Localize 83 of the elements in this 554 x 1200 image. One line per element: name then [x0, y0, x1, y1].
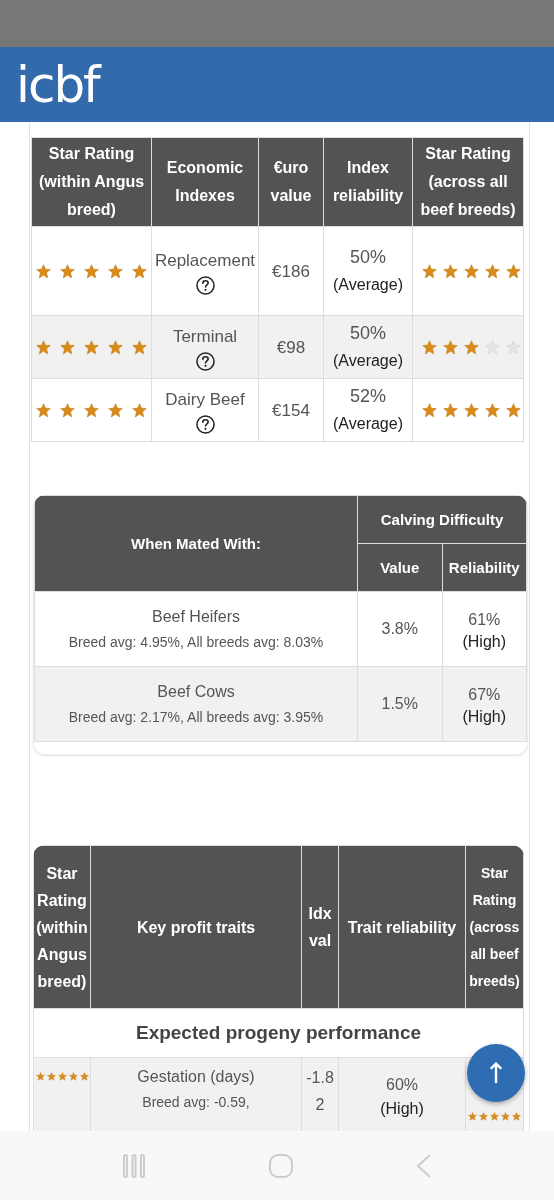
star-icon [36, 402, 51, 418]
help-icon[interactable] [195, 352, 215, 371]
reliability-label: (High) [461, 708, 508, 726]
reliability-label: (High) [379, 1099, 425, 1119]
column-header: Idx val [301, 845, 339, 1009]
column-header: Star Rating (across all beef breeds) [465, 845, 524, 1009]
star-icon [60, 339, 75, 355]
star-icon [421, 402, 437, 418]
star-icon [46, 1072, 56, 1081]
star-icon [36, 263, 51, 279]
star-icon [35, 1072, 45, 1081]
reliability-label: (Average) [332, 414, 404, 434]
star-icon [108, 339, 123, 355]
star-icon [421, 263, 437, 279]
index-name: Terminal [171, 326, 239, 348]
star-icon [484, 263, 500, 279]
star-icon [84, 402, 99, 418]
star-icon [79, 1072, 89, 1081]
star-icon [132, 263, 147, 279]
star-icon [84, 263, 99, 279]
reliability-label: (Average) [332, 351, 404, 371]
reliability-value: 67% [467, 685, 502, 705]
column-header: Value [357, 543, 442, 592]
star-icon [468, 1112, 477, 1121]
star-icon [68, 1072, 78, 1081]
star-icon [421, 339, 437, 355]
star-icon [108, 402, 123, 418]
row-title: Beef Cows [156, 682, 236, 702]
trait-name: Gestation (days) [136, 1067, 256, 1087]
star-icon [132, 402, 147, 418]
table-cell: €154 [258, 378, 324, 442]
column-header: Star Rating (within Angus breed) [33, 845, 91, 1009]
star-icon [490, 1112, 499, 1121]
index-name: Replacement [154, 250, 256, 272]
star-icon [512, 1112, 521, 1121]
star-icon [132, 339, 147, 355]
star-icon [60, 263, 75, 279]
star-icon [463, 263, 479, 279]
star-icon [57, 1072, 67, 1081]
reliability-value: 50% [349, 322, 387, 345]
row-title: Beef Heifers [150, 607, 241, 627]
star-icon [484, 402, 500, 418]
star-icon [36, 339, 51, 355]
star-icon [442, 402, 458, 418]
column-header: Reliability [442, 543, 527, 592]
star-icon [108, 263, 123, 279]
table-cell: €186 [258, 226, 324, 316]
table-cell: €98 [258, 315, 324, 379]
column-header: Key profit traits [90, 845, 302, 1009]
star-icon [505, 263, 521, 279]
reliability-label: (Average) [332, 275, 404, 295]
reliability-label: (High) [461, 633, 508, 651]
column-header: Star Rating (within Angus breed) [31, 137, 152, 227]
star-icon [442, 339, 458, 355]
star-icon [505, 402, 521, 418]
star-icon [501, 1112, 510, 1121]
reliability-value: 52% [349, 385, 387, 408]
column-header: Trait reliability [338, 845, 466, 1009]
star-icon [60, 402, 75, 418]
column-header: Index reliability [323, 137, 413, 227]
reliability-value: 61% [467, 610, 502, 630]
column-header: €uro value [258, 137, 324, 227]
reliability-value: 50% [349, 246, 387, 269]
breed-average-note: Breed avg: 4.95%, All breeds avg: 8.03% [67, 633, 325, 652]
table-cell: 1.5% [357, 666, 442, 742]
column-header: Star Rating (across all beef breeds) [412, 137, 524, 227]
column-header: Calving Difficulty [357, 495, 527, 544]
breed-average-note: Breed avg: -0.59, [141, 1093, 251, 1112]
breed-average-note: Breed avg: 2.17%, All breeds avg: 3.95% [67, 708, 325, 727]
star-icon [442, 263, 458, 279]
help-icon[interactable] [195, 415, 215, 434]
help-icon[interactable] [195, 276, 215, 295]
star-icon [463, 402, 479, 418]
star-icon [84, 339, 99, 355]
star-icon [479, 1112, 488, 1121]
logo[interactable]: icbf [16, 59, 99, 110]
star-icon [463, 339, 479, 355]
section-heading: Expected progeny performance [33, 1008, 524, 1058]
column-header: When Mated With: [34, 495, 358, 592]
index-name: Dairy Beef [164, 389, 246, 411]
reliability-value: 60% [385, 1075, 419, 1095]
table-cell: 3.8% [357, 591, 442, 667]
column-header: Economic Indexes [151, 137, 259, 227]
